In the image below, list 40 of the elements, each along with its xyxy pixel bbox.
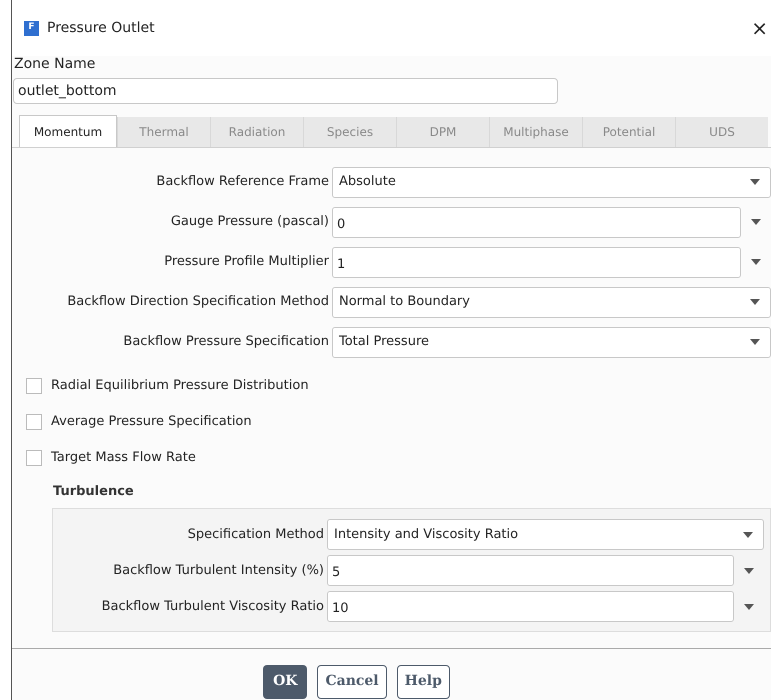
field-label: Backflow Turbulent Intensity (%)	[112, 562, 325, 580]
field-label: Gauge Pressure (pascal)	[170, 213, 330, 232]
window-title: Pressure Outlet	[47, 18, 155, 38]
dropdown-field[interactable]: Normal to Boundary	[332, 286, 771, 318]
field-label: Backflow Turbulent Viscosity Ratio	[100, 598, 325, 616]
zone-name-label: Zone Name	[14, 55, 96, 74]
checkbox[interactable]	[26, 414, 42, 430]
caret-icon[interactable]	[751, 259, 761, 265]
dropdown-field[interactable]: Total Pressure	[332, 326, 771, 358]
checkbox[interactable]	[26, 450, 42, 466]
caret-icon[interactable]	[744, 568, 754, 574]
number-field[interactable]: 0	[332, 206, 741, 238]
dropdown-field[interactable]: Intensity and Viscosity Ratio	[327, 519, 764, 550]
caret-icon[interactable]	[751, 219, 761, 225]
ok-button[interactable]: OK	[263, 664, 308, 698]
caret-icon[interactable]	[750, 299, 760, 305]
field-label: Backflow Direction Specification Method	[66, 293, 330, 312]
caret-icon[interactable]	[743, 532, 753, 538]
checkbox[interactable]	[26, 378, 42, 394]
field-label: Backflow Reference Frame	[155, 173, 330, 192]
zone-name-field[interactable]: outlet_bottom	[13, 78, 558, 104]
section-title: Turbulence	[53, 483, 135, 501]
app-icon: F	[24, 20, 39, 36]
field-label: Pressure Profile Multiplier	[163, 253, 330, 272]
caret-icon[interactable]	[750, 339, 760, 345]
field-label: Backflow Pressure Specification	[122, 333, 330, 352]
checkbox-label: Average Pressure Specification	[51, 413, 252, 432]
number-field[interactable]: 1	[332, 246, 741, 278]
number-field[interactable]: 5	[327, 555, 734, 586]
caret-icon[interactable]	[750, 179, 760, 185]
dropdown-field[interactable]: Absolute	[332, 166, 771, 198]
checkbox-label: Target Mass Flow Rate	[51, 449, 196, 468]
caret-icon[interactable]	[744, 604, 754, 610]
field-label: Specification Method	[186, 526, 325, 544]
tab[interactable]: Momentum	[19, 115, 117, 147]
checkbox-label: Radial Equilibrium Pressure Distribution	[51, 377, 309, 396]
close-button[interactable]: ×	[750, 18, 769, 38]
dialog-button[interactable]: Cancel	[317, 664, 387, 698]
number-field[interactable]: 10	[327, 591, 734, 622]
dialog-button[interactable]: Help	[396, 664, 450, 698]
